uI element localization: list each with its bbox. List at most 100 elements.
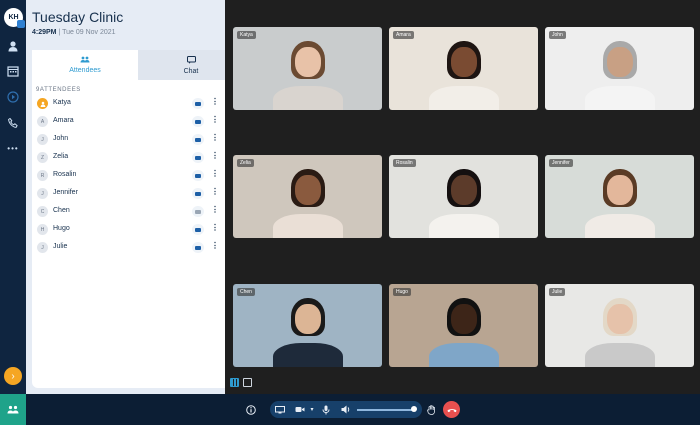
participant-body	[428, 214, 499, 238]
attendee-options-icon[interactable]: ⋮	[211, 169, 219, 178]
attendee-initial: C	[37, 206, 48, 217]
video-tile[interactable]: Rosalin	[389, 155, 538, 238]
attendee-count: 9ATTENDEES	[36, 87, 81, 93]
attendee-row[interactable]: Katya ⋮	[32, 95, 244, 113]
video-tile[interactable]: Chen	[233, 284, 382, 367]
contact-icon[interactable]	[5, 38, 21, 54]
attendee-name: John	[53, 135, 69, 142]
participant-name-tag: Julie	[549, 288, 566, 296]
attendee-options-icon[interactable]: ⋮	[211, 187, 219, 196]
participant-name-tag: Amara	[393, 31, 414, 39]
attendee-options-icon[interactable]: ⋮	[211, 97, 219, 106]
attendee-options-icon[interactable]: ⋮	[211, 115, 219, 124]
participant-body	[428, 343, 499, 367]
participant-body	[584, 86, 655, 110]
attendee-row[interactable]: H Hugo ⋮	[32, 221, 244, 239]
phone-icon[interactable]	[5, 115, 21, 131]
attendee-initial: H	[37, 224, 48, 235]
attendee-options-icon[interactable]: ⋮	[211, 133, 219, 142]
attendee-row[interactable]: Z Zelia ⋮	[32, 149, 244, 167]
raise-hand-button[interactable]	[424, 401, 438, 418]
attendees-toggle-button[interactable]	[0, 394, 26, 425]
attendee-name: Hugo	[53, 225, 70, 232]
attendee-options-icon[interactable]: ⋮	[211, 205, 219, 214]
speaker-button[interactable]	[337, 401, 354, 418]
attendee-name: Amara	[53, 117, 74, 124]
attendee-options-icon[interactable]: ⋮	[211, 241, 219, 250]
attendee-initial: R	[37, 170, 48, 181]
speaker-view-icon[interactable]	[243, 378, 252, 387]
attendee-row[interactable]: A Amara ⋮	[32, 113, 244, 131]
host-avatar	[37, 98, 48, 109]
attendee-name: Rosalin	[53, 171, 77, 178]
camera-status-icon[interactable]	[192, 170, 204, 181]
camera-status-icon[interactable]	[192, 224, 204, 235]
camera-status-icon[interactable]	[192, 206, 204, 217]
attendee-row[interactable]: R Rosalin ⋮	[32, 167, 244, 185]
attendee-initial: A	[37, 116, 48, 127]
meeting-date: Tue 09 Nov 2021	[62, 29, 116, 36]
expand-panel-button[interactable]: ›	[4, 367, 22, 385]
participant-face	[450, 175, 477, 205]
participant-name-tag: Zelia	[237, 159, 254, 167]
participant-face	[450, 304, 477, 334]
participant-body	[584, 343, 655, 367]
video-tile[interactable]: Jennifer	[545, 155, 694, 238]
calendar-icon[interactable]	[5, 63, 21, 79]
microphone-button[interactable]	[317, 401, 334, 418]
attendee-initial: J	[37, 242, 48, 253]
volume-slider[interactable]	[357, 409, 413, 411]
people-icon	[80, 56, 90, 65]
participant-body	[428, 86, 499, 110]
end-call-button[interactable]	[443, 401, 460, 418]
video-tile[interactable]: John	[545, 27, 694, 110]
grid-view-icon[interactable]	[230, 378, 239, 387]
attendee-initial: J	[37, 188, 48, 199]
camera-icon	[295, 407, 304, 412]
video-tile[interactable]: Julie	[545, 284, 694, 367]
play-icon[interactable]	[5, 89, 21, 105]
tab-chat-label: Chat	[183, 67, 199, 75]
video-tile[interactable]: Hugo	[389, 284, 538, 367]
attendee-row[interactable]: J John ⋮	[32, 131, 244, 149]
nav-rail: KH ••• ›	[0, 0, 26, 394]
attendee-options-icon[interactable]: ⋮	[211, 223, 219, 232]
camera-status-icon[interactable]	[192, 188, 204, 199]
meeting-datetime: 4:29PM | Tue 09 Nov 2021	[32, 29, 116, 36]
chat-icon	[186, 55, 196, 66]
monitor-icon	[274, 405, 285, 413]
video-tile[interactable]: Zelia	[233, 155, 382, 238]
control-bar: ▾	[0, 394, 700, 425]
attendee-row[interactable]: J Jennifer ⋮	[32, 185, 244, 203]
microphone-icon	[322, 405, 329, 414]
attendee-name: Jennifer	[53, 189, 78, 196]
attendee-row[interactable]: J Julie ⋮	[32, 239, 244, 257]
camera-status-icon[interactable]	[192, 242, 204, 253]
participant-body	[584, 214, 655, 238]
camera-options-chevron-icon[interactable]: ▾	[308, 401, 316, 418]
more-icon[interactable]: •••	[5, 140, 21, 156]
avatar-badge	[17, 20, 25, 28]
screen-share-button[interactable]	[271, 401, 288, 418]
camera-status-icon[interactable]	[192, 116, 204, 127]
camera-status-icon[interactable]	[192, 98, 204, 109]
view-switch	[230, 378, 252, 387]
participant-name-tag: Jennifer	[549, 159, 573, 167]
info-button[interactable]	[244, 401, 258, 418]
volume-slider-handle[interactable]	[411, 406, 417, 412]
participant-body	[272, 86, 343, 110]
avatar[interactable]: KH	[4, 8, 25, 28]
video-tile[interactable]: Amara	[389, 27, 538, 110]
attendee-name: Zelia	[53, 153, 69, 160]
camera-button[interactable]	[291, 401, 308, 418]
camera-status-icon[interactable]	[192, 152, 204, 163]
attendee-row[interactable]: C Chen ⋮	[32, 203, 244, 221]
tab-attendees[interactable]: Attendees	[32, 50, 138, 80]
participant-face	[606, 304, 633, 334]
camera-status-icon[interactable]	[192, 134, 204, 145]
attendee-list: 9ATTENDEES Katya ⋮ A Amara ⋮ J John ⋮ Z Zelia ⋮ R Ro…	[32, 80, 244, 388]
attendee-options-icon[interactable]: ⋮	[211, 151, 219, 160]
host-icon	[40, 101, 45, 107]
participant-body	[272, 343, 343, 367]
video-tile[interactable]: Katya	[233, 27, 382, 110]
